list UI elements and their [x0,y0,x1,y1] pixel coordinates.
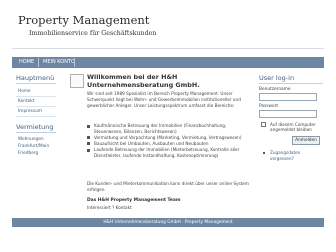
sidebar-item-home[interactable]: Home [16,87,56,97]
page-title: Willkommen bei der H&H Unternehmensberat… [87,73,200,89]
list-item: Laufende Betreuung der Immobilien (Miete… [87,147,253,158]
password-input[interactable] [259,110,317,118]
list-item-text: Vermietung und Verpachtung (Marketing, V… [94,134,242,140]
intro-text: Wir sind seit 1989 Spezialist im Bereich… [87,91,241,108]
bullet-icon [87,124,90,128]
nav-item-mein-konto[interactable]: MEIN KONTO [39,57,79,68]
list-item: Vermietung und Verpachtung (Marketing, V… [87,135,253,141]
main-menu-title: Hauptmenü [16,74,56,84]
bullet-icon [87,142,90,146]
login-box: User log-in Benutzername Passwort Auf di… [259,74,323,164]
page: Property Management Immobilienservice fü… [12,5,324,252]
sidebar-item-kontakt[interactable]: Kontakt [16,97,56,107]
rental-menu-title: Vermietung [16,123,56,133]
forgot-credentials: Zugangsdaten vergessen? [259,150,323,164]
site-footer: H&H Unternehmensberatung GmbH · Property… [12,218,324,227]
sidebar-item-frankfurt[interactable]: Frankfurt/Main [16,143,56,150]
services-list: Kaufmännische Betreuung der Immobilien (… [87,123,253,159]
top-navigation: HOME MEIN KONTO [12,57,324,68]
password-label: Passwort [259,104,279,109]
nav-item-home[interactable]: HOME [15,57,38,68]
username-label: Benutzername [259,87,291,92]
sidebar-item-wohnungen[interactable]: Wohnungen [16,136,56,143]
team-signature: Das H&H Property Management Team [87,198,181,203]
site-header: Property Management Immobilienservice fü… [12,5,324,49]
list-item-text: Bauaufsicht bei Umbauten, Ausbauten und … [94,140,209,146]
outro-text: Die Kunden- und Mieterkommunikation kann… [87,181,249,192]
list-item-text: Laufende Betreuung der Immobilien (Miete… [94,147,240,158]
login-title: User log-in [259,74,323,84]
nav-separator [74,58,75,67]
bullet-icon [87,148,90,152]
remember-me-checkbox[interactable] [261,122,266,127]
login-button[interactable]: Anmelden [292,136,320,145]
list-item: Bauaufsicht bei Umbauten, Ausbauten und … [87,141,253,147]
username-input[interactable] [259,93,317,101]
list-item-text: Kaufmännische Betreuung der Immobilien (… [94,123,227,134]
sidebar-item-friedberg[interactable]: Friedberg [16,150,56,157]
left-sidebar: Hauptmenü Home Kontakt Impressum Vermiet… [16,74,56,157]
image-placeholder-icon [70,74,84,88]
forgot-credentials-link[interactable]: Zugangsdaten vergessen? [270,150,322,161]
site-subtitle: Immobilienservice für Geschäftskunden [29,30,157,37]
remember-me-label: Auf diesem Computer angemeldet bleiben [270,122,316,133]
main-content: Willkommen bei der H&H Unternehmensberat… [70,73,254,214]
sidebar-item-impressum[interactable]: Impressum [16,107,56,117]
contact-link[interactable]: Interessiert ? Kontakt [87,205,132,210]
site-title[interactable]: Property Management [18,13,149,27]
bullet-icon [263,151,265,154]
bullet-icon [87,136,90,140]
list-item: Kaufmännische Betreuung der Immobilien (… [87,123,253,134]
remember-me-row: Auf diesem Computer angemeldet bleiben [259,122,323,134]
